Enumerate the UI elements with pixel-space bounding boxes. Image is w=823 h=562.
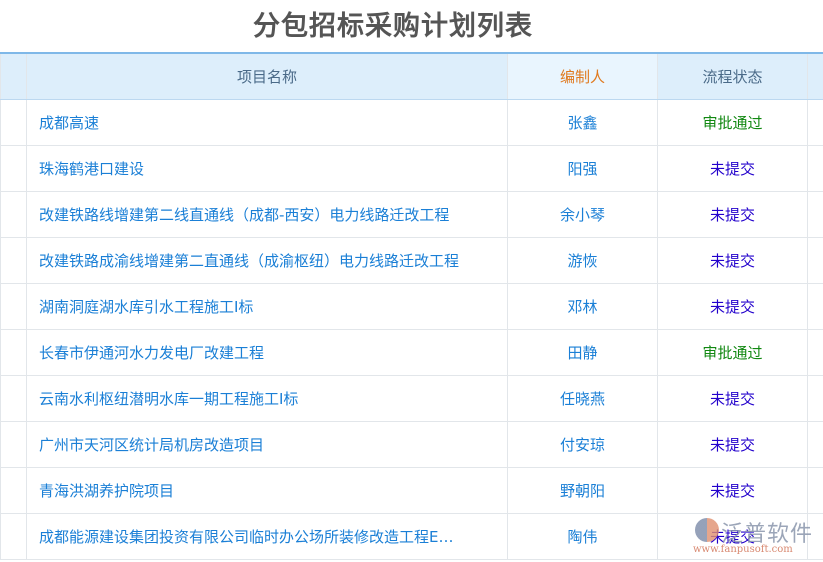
row-blank-right xyxy=(807,144,823,192)
status-cell: 未提交 xyxy=(657,282,808,330)
table-row[interactable]: 成都高速 张鑫 审批通过 xyxy=(0,98,823,146)
row-blank xyxy=(0,374,27,422)
project-name-link[interactable]: 青海洪湖养护院项目 xyxy=(26,466,508,514)
header-project-name[interactable]: 项目名称 xyxy=(26,52,508,100)
editor-cell: 阳强 xyxy=(507,144,658,192)
header-editor[interactable]: 编制人 xyxy=(507,52,658,100)
editor-cell: 邓林 xyxy=(507,282,658,330)
status-cell: 审批通过 xyxy=(657,328,808,376)
row-blank-right xyxy=(807,420,823,468)
project-name-link[interactable]: 珠海鹤港口建设 xyxy=(26,144,508,192)
table-header: 项目名称 编制人 流程状态 xyxy=(0,52,823,100)
row-blank xyxy=(0,328,27,376)
page-title: 分包招标采购计划列表 xyxy=(253,11,533,42)
table-row[interactable]: 青海洪湖养护院项目 野朝阳 未提交 xyxy=(0,466,823,514)
row-blank xyxy=(0,420,27,468)
row-blank-right xyxy=(807,282,823,330)
header-blank xyxy=(0,52,27,100)
editor-cell: 陶伟 xyxy=(507,512,658,560)
editor-cell: 游恢 xyxy=(507,236,658,284)
plan-table: 项目名称 编制人 流程状态 成都高速 张鑫 审批通过 珠海鹤港口建设 阳强 未提… xyxy=(0,52,823,560)
status-cell: 未提交 xyxy=(657,236,808,284)
editor-cell: 张鑫 xyxy=(507,98,658,146)
row-blank xyxy=(0,236,27,284)
project-name-link[interactable]: 湖南洞庭湖水库引水工程施工I标 xyxy=(26,282,508,330)
status-cell: 审批通过 xyxy=(657,98,808,146)
status-cell: 未提交 xyxy=(657,466,808,514)
row-blank xyxy=(0,98,27,146)
project-name-link[interactable]: 成都能源建设集团投资有限公司临时办公场所装修改造工程E… xyxy=(26,512,508,560)
table-row[interactable]: 湖南洞庭湖水库引水工程施工I标 邓林 未提交 xyxy=(0,282,823,330)
status-cell: 未提交 xyxy=(657,420,808,468)
table-row[interactable]: 广州市天河区统计局机房改造项目 付安琼 未提交 xyxy=(0,420,823,468)
project-name-link[interactable]: 成都高速 xyxy=(26,98,508,146)
row-blank xyxy=(0,466,27,514)
status-cell: 未提交 xyxy=(657,190,808,238)
project-name-link[interactable]: 长春市伊通河水力发电厂改建工程 xyxy=(26,328,508,376)
editor-cell: 余小琴 xyxy=(507,190,658,238)
row-blank xyxy=(0,512,27,560)
project-name-link[interactable]: 广州市天河区统计局机房改造项目 xyxy=(26,420,508,468)
row-blank xyxy=(0,282,27,330)
row-blank-right xyxy=(807,466,823,514)
editor-cell: 田静 xyxy=(507,328,658,376)
editor-cell: 付安琼 xyxy=(507,420,658,468)
project-name-link[interactable]: 云南水利枢纽潜明水库一期工程施工I标 xyxy=(26,374,508,422)
project-name-link[interactable]: 改建铁路线增建第二线直通线（成都-西安）电力线路迁改工程 xyxy=(26,190,508,238)
row-blank-right xyxy=(807,328,823,376)
table-row[interactable]: 长春市伊通河水力发电厂改建工程 田静 审批通过 xyxy=(0,328,823,376)
table-row[interactable]: 成都能源建设集团投资有限公司临时办公场所装修改造工程E… 陶伟 未提交 xyxy=(0,512,823,560)
table-row[interactable]: 改建铁路成渝线增建第二直通线（成渝枢纽）电力线路迁改工程 游恢 未提交 xyxy=(0,236,823,284)
table-row[interactable]: 云南水利枢纽潜明水库一期工程施工I标 任晓燕 未提交 xyxy=(0,374,823,422)
status-cell: 未提交 xyxy=(657,144,808,192)
project-name-link[interactable]: 改建铁路成渝线增建第二直通线（成渝枢纽）电力线路迁改工程 xyxy=(26,236,508,284)
row-blank-right xyxy=(807,98,823,146)
header-blank-right xyxy=(807,52,823,100)
row-blank xyxy=(0,190,27,238)
table-row[interactable]: 改建铁路线增建第二线直通线（成都-西安）电力线路迁改工程 余小琴 未提交 xyxy=(0,190,823,238)
row-blank-right xyxy=(807,236,823,284)
row-blank xyxy=(0,144,27,192)
row-blank-right xyxy=(807,374,823,422)
table-row[interactable]: 珠海鹤港口建设 阳强 未提交 xyxy=(0,144,823,192)
editor-cell: 野朝阳 xyxy=(507,466,658,514)
row-blank-right xyxy=(807,512,823,560)
header-status[interactable]: 流程状态 xyxy=(657,52,808,100)
row-blank-right xyxy=(807,190,823,238)
editor-cell: 任晓燕 xyxy=(507,374,658,422)
status-cell: 未提交 xyxy=(657,374,808,422)
status-cell: 未提交 xyxy=(657,512,808,560)
